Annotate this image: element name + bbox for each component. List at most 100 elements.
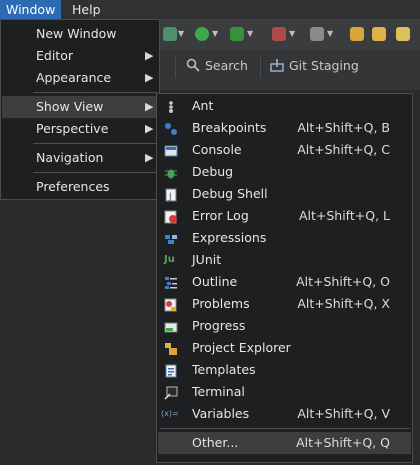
view-item-progress[interactable]: Progress [158,315,411,337]
chevron-down-icon[interactable]: ▼ [178,29,184,38]
menu-item-preferences[interactable]: Preferences [2,176,158,198]
menu-item-navigation[interactable]: Navigation ▶ [2,147,158,169]
view-item-label: Progress [192,318,246,333]
variables-icon: (x)= [161,409,179,418]
brush-icon[interactable] [396,27,410,41]
menu-item-label: Navigation [36,150,104,165]
view-item-debug-shell[interactable]: J Debug Shell [158,183,411,205]
shortcut-label: Alt+Shift+Q, Q [296,435,390,450]
chevron-down-icon[interactable]: ▼ [212,29,218,38]
chevron-down-icon[interactable]: ▼ [289,29,295,38]
view-item-project-explorer[interactable]: Project Explorer [158,337,411,359]
view-item-breakpoints[interactable]: Breakpoints Alt+Shift+Q, B [158,117,411,139]
menu-item-label: New Window [36,26,117,41]
menu-item-show-view[interactable]: Show View ▶ [2,96,158,118]
view-item-console[interactable]: Console Alt+Shift+Q, C [158,139,411,161]
chevron-right-icon: ▶ [145,151,154,164]
junit-icon: Ju [164,254,175,265]
menu-item-label: Editor [36,48,73,63]
terminal-icon [164,385,178,400]
git-staging-button[interactable]: Git Staging [270,56,359,76]
shortcut-label: Alt+Shift+Q, L [298,208,390,223]
menu-item-editor[interactable]: Editor ▶ [2,45,158,67]
view-item-label: Debug [192,164,234,179]
git-staging-label: Git Staging [289,58,359,73]
search-view-button[interactable]: Search [186,56,248,76]
menu-item-label: Show View [36,99,104,114]
shortcut-label: Alt+Shift+Q, X [297,296,390,311]
view-item-error-log[interactable]: Error Log Alt+Shift+Q, L [158,205,411,227]
bug-icon [164,165,178,179]
git-staging-icon [270,58,284,72]
menu-separator [160,428,410,429]
view-item-label: Variables [192,406,250,421]
chevron-right-icon: ▶ [145,100,154,113]
view-item-label: Ant [192,98,214,113]
toolbar-divider [175,56,176,78]
view-item-label: Templates [192,362,256,377]
view-item-label: Breakpoints [192,120,267,135]
window-menu: New Window Editor ▶ Appearance ▶ Show Vi… [0,19,160,200]
run-icon[interactable] [195,27,209,41]
chevron-right-icon: ▶ [145,122,154,135]
view-item-label: Debug Shell [192,186,268,201]
view-item-ant[interactable]: Ant [158,95,411,117]
view-item-label: Other... [192,435,239,450]
view-item-label: Terminal [192,384,245,399]
search-icon [186,58,200,72]
menu-item-label: Perspective [36,121,109,136]
view-item-junit[interactable]: Ju JUnit [158,249,411,271]
chevron-down-icon[interactable]: ▼ [327,29,333,38]
view-item-outline[interactable]: Outline Alt+Shift+Q, O [158,271,411,293]
view-item-label: Console [192,142,242,157]
view-item-other[interactable]: Other... Alt+Shift+Q, Q [158,432,411,454]
menu-help[interactable]: Help [66,0,107,19]
toolbar-divider [260,56,261,78]
menu-item-appearance[interactable]: Appearance ▶ [2,67,158,89]
view-item-templates[interactable]: Templates [158,359,411,381]
view-item-label: JUnit [192,252,222,267]
chevron-right-icon: ▶ [145,71,154,84]
menu-item-perspective[interactable]: Perspective ▶ [2,118,158,140]
shortcut-label: Alt+Shift+Q, O [296,274,390,289]
templates-icon [164,363,178,378]
console-icon [164,143,178,157]
stop-icon[interactable] [272,27,286,41]
menu-item-new-window[interactable]: New Window [2,23,158,45]
ant-icon [164,99,178,113]
view-item-terminal[interactable]: Terminal [158,381,411,403]
debug-icon[interactable] [163,27,177,41]
problems-icon [164,297,178,312]
menu-separator [33,143,157,144]
shortcut-label: Alt+Shift+Q, V [297,406,390,421]
search-label: Search [205,58,248,73]
menu-item-label: Appearance [36,70,112,85]
show-view-submenu: Ant Breakpoints Alt+Shift+Q, B Console A… [156,93,413,463]
shortcut-label: Alt+Shift+Q, B [297,120,390,135]
breakpoints-icon [164,121,178,135]
view-item-label: Expressions [192,230,267,245]
menu-item-label: Preferences [36,179,110,194]
shortcut-label: Alt+Shift+Q, C [297,142,390,157]
chevron-right-icon: ▶ [145,49,154,62]
view-item-label: Project Explorer [192,340,291,355]
view-item-label: Error Log [192,208,249,223]
debug-shell-icon: J [164,187,178,202]
menu-separator [33,172,157,173]
open-folder-icon[interactable] [350,27,364,41]
view-item-variables[interactable]: (x)= Variables Alt+Shift+Q, V [158,403,411,425]
folder-icon[interactable] [372,27,386,41]
link-icon[interactable] [310,27,324,41]
view-item-problems[interactable]: Problems Alt+Shift+Q, X [158,293,411,315]
menu-bar: Window Help [0,0,420,19]
project-explorer-icon [164,341,178,355]
view-item-debug[interactable]: Debug [158,161,411,183]
view-item-expressions[interactable]: Expressions [158,227,411,249]
progress-icon [164,319,178,333]
chevron-down-icon[interactable]: ▼ [247,29,253,38]
view-item-label: Outline [192,274,238,289]
outline-icon [164,275,178,289]
menu-separator [33,92,157,93]
run-external-icon[interactable] [230,27,244,41]
menu-window[interactable]: Window [0,0,62,19]
